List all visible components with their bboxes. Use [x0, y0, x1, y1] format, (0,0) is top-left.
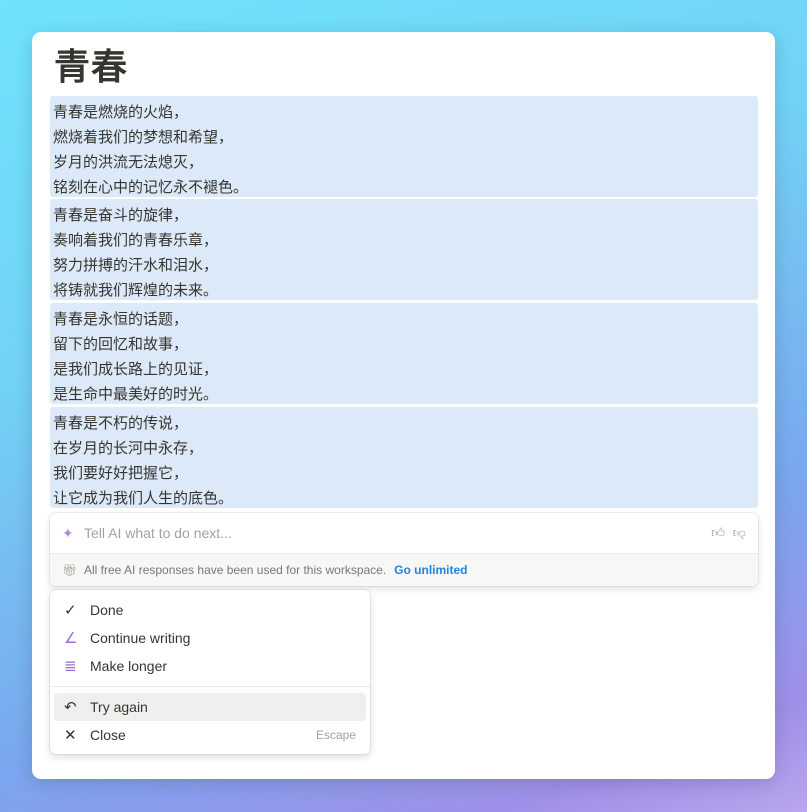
- poem-line: 我们要好好把握它，: [53, 465, 189, 482]
- poem-line: 铭刻在心中的记忆永不褪色。: [53, 179, 249, 196]
- shortcut-hint: Escape: [315, 728, 356, 742]
- check-icon: ✓: [64, 602, 77, 619]
- undo-icon: ↶: [64, 699, 77, 716]
- selected-stanza-block[interactable]: 青春是燃烧的火焰， 燃烧着我们的梦想和希望， 岁月的洪流无法熄灭， 铭刻在心中的记忆永…: [50, 96, 758, 197]
- poem-line: 将铸就我们辉煌的未来。: [53, 282, 219, 299]
- menu-item-close[interactable]: ✕ Close Escape: [54, 721, 366, 749]
- ai-prompt-panel: ✦ Tell AI what to do next... 👍︎ 👎︎ 🎁︎ Al…: [50, 513, 758, 586]
- ai-action-menu: ✓ Done ∠ Continue writing ≣ Make longer ↶ Tr…: [50, 590, 370, 754]
- page-title: 青春: [54, 46, 129, 87]
- poem-line: 奏响着我们的青春乐章，: [53, 232, 219, 249]
- menu-item-continue-writing[interactable]: ∠ Continue writing: [54, 624, 366, 652]
- selected-stanza-block[interactable]: 青春是不朽的传说， 在岁月的长河中永存， 我们要好好把握它， 让它成为我们人生的底色。: [50, 407, 758, 508]
- poem-line: 岁月的洪流无法熄灭，: [53, 154, 204, 171]
- ai-limit-notice: All free AI responses have been used for…: [84, 563, 387, 577]
- selected-stanza-block[interactable]: 青春是永恒的话题， 留下的回忆和故事， 是我们成长路上的见证， 是生命中最美好的时光。: [50, 303, 758, 404]
- menu-item-try-again[interactable]: ↶ Try again: [54, 693, 366, 721]
- pen-icon: ∠: [64, 630, 78, 647]
- go-unlimited-link[interactable]: Go unlimited: [394, 563, 467, 577]
- menu-item-done[interactable]: ✓ Done: [54, 596, 366, 624]
- editor-window: 青春 青春是燃烧的火焰， 燃烧着我们的梦想和希望， 岁月的洪流无法熄灭， 铭刻在心中的…: [32, 32, 775, 779]
- gift-icon: 🎁︎: [62, 563, 78, 577]
- sparkle-icon: ✦: [62, 524, 74, 541]
- poem-line: 青春是不朽的传说，: [53, 415, 189, 432]
- poem-line: 青春是永恒的话题，: [53, 311, 189, 328]
- thumbs-down-icon[interactable]: 👎︎: [733, 525, 746, 541]
- close-icon: ✕: [64, 727, 77, 744]
- poem-line: 燃烧着我们的梦想和希望，: [53, 129, 234, 146]
- poem-line: 青春是燃烧的火焰，: [53, 104, 189, 121]
- poem-line: 是我们成长路上的见证，: [53, 361, 219, 378]
- menu-item-make-longer[interactable]: ≣ Make longer: [54, 652, 366, 680]
- poem-line: 青春是奋斗的旋律，: [53, 207, 189, 224]
- ai-prompt-input[interactable]: Tell AI what to do next...: [84, 525, 703, 541]
- poem-line: 努力拼搏的汗水和泪水，: [53, 257, 219, 274]
- poem-line: 留下的回忆和故事，: [53, 336, 189, 353]
- thumbs-up-icon[interactable]: 👍︎: [711, 525, 725, 541]
- poem-line: 让它成为我们人生的底色。: [53, 490, 234, 507]
- poem-line: 在岁月的长河中永存，: [53, 440, 204, 457]
- lines-icon: ≣: [64, 658, 77, 675]
- poem-line: 是生命中最美好的时光。: [53, 386, 219, 403]
- selected-stanza-block[interactable]: 青春是奋斗的旋律， 奏响着我们的青春乐章， 努力拼搏的汗水和泪水， 将铸就我们辉煌的未…: [50, 199, 758, 300]
- menu-divider: [50, 686, 370, 687]
